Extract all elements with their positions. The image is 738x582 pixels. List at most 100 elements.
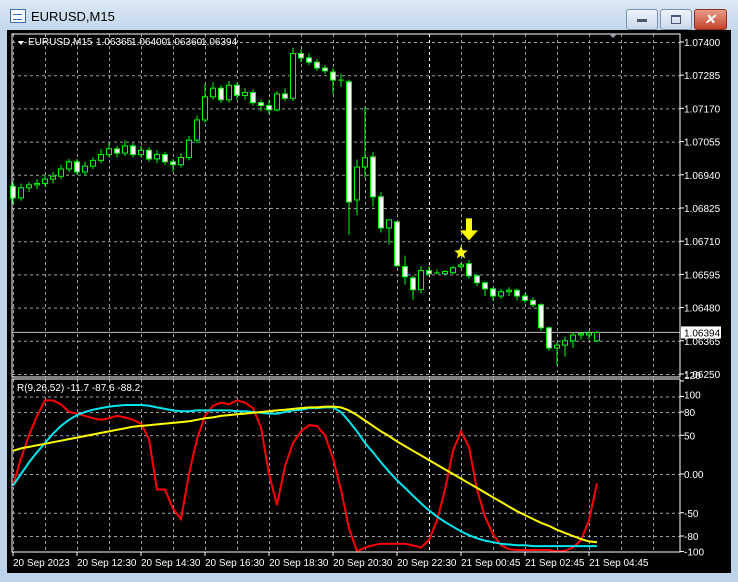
bull-candle	[442, 271, 448, 275]
indicator-axis-label: -50	[684, 509, 699, 520]
bull-candle	[506, 289, 512, 293]
bull-candle	[98, 154, 104, 161]
sell-arrow-icon	[460, 218, 478, 241]
bull-candle	[50, 175, 56, 180]
bull-candle	[450, 267, 456, 274]
chart-header-high: 1.06400	[131, 37, 168, 48]
bear-candle	[10, 185, 16, 199]
bear-candle	[314, 61, 320, 69]
time-axis-label: 20 Sep 14:30	[141, 558, 201, 569]
bear-candle	[306, 57, 312, 63]
bear-candle	[538, 304, 544, 329]
bull-candle	[90, 159, 96, 167]
bear-candle	[346, 81, 352, 203]
indicator-line-r26	[12, 404, 597, 548]
chart-header-symbol: EURUSD,M15	[28, 37, 93, 48]
bull-candle	[242, 92, 248, 96]
time-axis-label: 21 Sep 04:45	[589, 558, 649, 569]
chart-canvas[interactable]: 1.07400 1.07285 1.07170 1.07055 1.06940 1.068…	[0, 0, 738, 582]
bull-candle	[594, 331, 600, 342]
bear-candle	[114, 148, 120, 154]
chart-header-low: 1.06360	[166, 37, 203, 48]
bull-candle	[554, 344, 560, 349]
bear-candle	[170, 161, 176, 166]
price-axis-label: 1.06595	[684, 270, 721, 281]
bear-candle	[298, 53, 304, 59]
bull-candle	[66, 161, 72, 170]
bull-candle	[570, 334, 576, 342]
bull-candle	[386, 219, 392, 229]
time-axis-label: 21 Sep 02:45	[525, 558, 585, 569]
bear-candle	[530, 299, 536, 306]
time-axis-label: 20 Sep 18:30	[269, 558, 329, 569]
bull-candle	[578, 333, 584, 336]
bull-candle	[290, 53, 296, 99]
bear-candle	[162, 154, 168, 163]
indicator-axis-label: -80	[684, 532, 699, 543]
bear-candle	[258, 102, 264, 107]
axes: 1.07400 1.07285 1.07170 1.07055 1.06940 1.068…	[11, 33, 721, 569]
indicator-line-r52	[12, 405, 598, 544]
indicator-axis-label: 100	[684, 391, 701, 402]
price-axis-label: 1.06480	[684, 304, 721, 315]
bear-candle	[234, 84, 240, 96]
indicator-axis-label: 0.00	[684, 470, 704, 481]
indicator-pane-border	[11, 378, 681, 553]
bull-candle	[58, 168, 64, 177]
time-axis-label: 21 Sep 00:45	[461, 558, 521, 569]
bear-candle	[466, 263, 472, 277]
price-axis-label: 1.06710	[684, 237, 721, 248]
time-axis-label: 20 Sep 22:30	[397, 558, 457, 569]
bear-candle	[218, 87, 224, 101]
price-axis-label: 1.06825	[684, 204, 721, 215]
bull-candle	[226, 84, 232, 101]
time-axis-label: 20 Sep 12:30	[77, 558, 137, 569]
price-axis-label: 1.06940	[684, 171, 721, 182]
bull-candle	[26, 184, 32, 189]
bull-candle	[586, 332, 592, 336]
bear-candle	[130, 145, 136, 156]
bear-candle	[482, 282, 488, 290]
bear-candle	[322, 67, 328, 72]
bull-candle	[274, 93, 280, 111]
price-axis-label: 1.07285	[684, 71, 721, 82]
bull-candle	[42, 178, 48, 184]
bear-candle	[250, 92, 256, 104]
bull-candle	[138, 149, 144, 156]
time-axis-label: 20 Sep 2023	[13, 558, 70, 569]
bear-candle	[266, 105, 272, 111]
bull-candle	[34, 182, 40, 186]
bull-candle	[210, 87, 216, 98]
indicator-title: R(9,26,52) -11.7 -87.6 -88.2	[17, 383, 141, 394]
bull-candle	[498, 291, 504, 297]
indicator-axis-label: -100	[684, 548, 704, 559]
bear-candle	[546, 327, 552, 349]
bull-candle	[194, 119, 200, 141]
bull-candle	[154, 154, 160, 160]
bear-candle	[370, 156, 376, 198]
bull-candle	[178, 156, 184, 166]
bear-candle	[522, 295, 528, 301]
bull-candle	[354, 166, 360, 201]
bull-candle	[82, 165, 88, 173]
price-axis-label: 1.07170	[684, 104, 721, 115]
current-price-label: 1.06394	[684, 328, 721, 339]
price-axis-label: 1.07055	[684, 138, 721, 149]
bear-candle	[74, 161, 80, 173]
chart-header-close: 1.06394	[201, 37, 238, 48]
bull-candle	[562, 340, 568, 346]
bear-candle	[394, 221, 400, 267]
time-axis-label: 20 Sep 20:30	[333, 558, 393, 569]
bear-candle	[514, 289, 520, 297]
bull-candle	[106, 148, 112, 156]
indicator-axis-label: 50	[684, 431, 696, 442]
indicator-axis-label: 120	[684, 371, 701, 382]
indicator-line-r9	[12, 399, 598, 553]
time-axis-label: 20 Sep 16:30	[205, 558, 265, 569]
bear-candle	[426, 270, 432, 275]
bear-candle	[146, 149, 152, 160]
bear-candle	[282, 93, 288, 99]
bull-candle	[186, 139, 192, 158]
bull-candle	[18, 187, 24, 199]
bull-candle	[362, 157, 368, 168]
